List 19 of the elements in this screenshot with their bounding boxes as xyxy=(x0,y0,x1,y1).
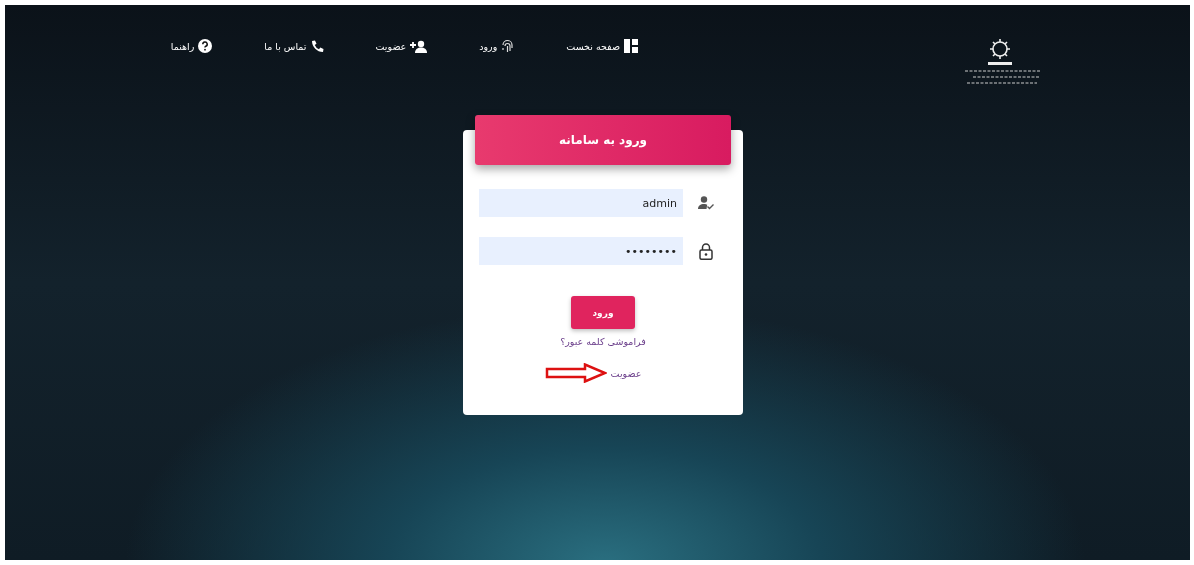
signup-link[interactable]: عضویت xyxy=(610,367,642,379)
login-button[interactable]: ورود xyxy=(571,296,635,329)
nav-link[interactable]: ورود xyxy=(479,39,515,53)
user-check-icon xyxy=(698,196,714,210)
fingerprint-icon xyxy=(501,39,515,53)
password-field[interactable]: •••••••• xyxy=(479,237,683,265)
login-header: ورود به سامانه xyxy=(475,115,731,165)
forgot-password-link[interactable]: فراموشی کلمه عبور؟ xyxy=(560,336,646,347)
arrow-icon xyxy=(544,363,607,383)
help-icon xyxy=(198,39,213,53)
nav-link[interactable]: راهنما xyxy=(170,39,213,53)
phone-icon xyxy=(310,39,324,53)
nav-link[interactable]: عضویت xyxy=(375,39,428,53)
nav-link[interactable]: صفحه نخست xyxy=(566,39,638,53)
nav-link[interactable]: تماس با ما xyxy=(264,39,324,53)
lock-icon xyxy=(699,242,713,260)
grid-icon xyxy=(624,39,638,53)
add-user-icon xyxy=(410,39,428,53)
username-field[interactable]: admin xyxy=(479,189,683,217)
